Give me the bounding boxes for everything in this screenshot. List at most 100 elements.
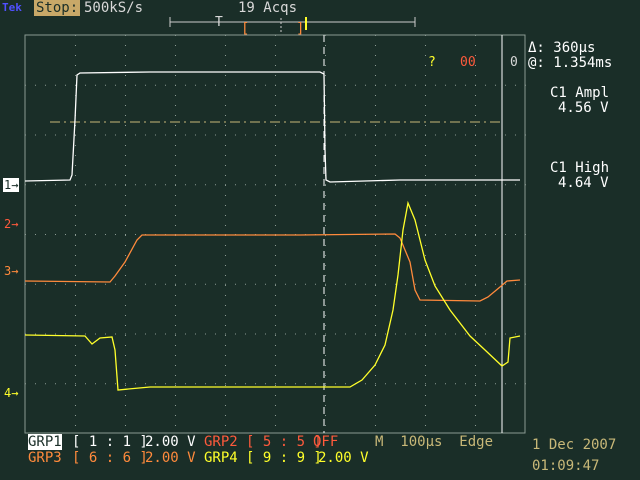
grid-dot — [425, 275, 426, 276]
grid-dot — [115, 383, 116, 385]
grid-dot — [105, 283, 106, 285]
grid-dot — [75, 195, 76, 196]
grid-dot — [495, 134, 496, 136]
grid-dot — [265, 383, 266, 385]
grid-dot — [75, 155, 76, 156]
grid-dot — [525, 184, 526, 186]
grid-dot — [225, 315, 226, 316]
grid-dot — [75, 235, 76, 236]
grid-dot — [145, 84, 146, 86]
grid-dot — [125, 235, 126, 236]
grid-dot — [175, 95, 176, 96]
grid-dot — [135, 383, 136, 385]
grid-dot — [335, 134, 336, 136]
grid-dot — [525, 383, 526, 385]
grid-dot — [275, 315, 276, 316]
grid-dot — [515, 383, 516, 385]
grid-dot — [75, 134, 76, 136]
grid-dot — [405, 234, 406, 235]
ch2-marker[interactable]: 2→ — [4, 216, 18, 232]
ch4-marker[interactable]: 4→ — [4, 385, 18, 401]
grid-dot — [505, 283, 506, 285]
grid-dot — [35, 134, 36, 136]
grid-dot — [425, 155, 426, 156]
grid-dot — [75, 84, 76, 86]
grid-dot — [225, 415, 226, 416]
grid-dot — [275, 265, 276, 266]
grid-dot — [435, 134, 436, 136]
grid-dot — [275, 65, 276, 66]
ch3-marker[interactable]: 3→ — [4, 263, 18, 279]
grid-dot — [225, 165, 226, 166]
grid-dot — [225, 383, 226, 385]
grid-dot — [75, 383, 76, 385]
grid-dot — [215, 383, 216, 385]
grid-dot — [395, 134, 396, 136]
grid-dot — [175, 205, 176, 206]
grid-dot — [175, 415, 176, 416]
grid-dot — [125, 45, 126, 46]
grid-dot — [375, 235, 376, 236]
grid-dot — [175, 195, 176, 196]
grid-dot — [75, 415, 76, 416]
grid-dot — [355, 333, 356, 335]
grid-dot — [185, 84, 186, 86]
grid-dot — [155, 283, 156, 285]
grid-dot — [125, 134, 126, 136]
grid-dot — [125, 175, 126, 176]
grid-dot — [105, 184, 106, 186]
ch1-marker[interactable]: 1→ — [3, 178, 20, 192]
grid-dot — [475, 95, 476, 96]
grp1-name[interactable]: GRP1 — [28, 434, 62, 450]
run-state-button[interactable]: Stop: — [34, 0, 81, 16]
grid-dot — [105, 234, 106, 235]
grid-dot — [235, 84, 236, 86]
grid-dot — [55, 333, 56, 335]
grid-dot — [175, 65, 176, 66]
grid-dot — [475, 165, 476, 166]
grp2-name[interactable]: GRP2 — [204, 434, 238, 450]
grid-dot — [425, 234, 426, 235]
grid-dot — [75, 215, 76, 216]
grid-dot — [425, 235, 426, 236]
grid-dot — [425, 425, 426, 426]
grid-dot — [165, 333, 166, 335]
grid-dot — [275, 175, 276, 176]
time-display: 01:09:47 — [532, 458, 600, 474]
grid-dot — [395, 84, 396, 86]
grid-dot — [255, 283, 256, 285]
grid-dot — [425, 184, 426, 186]
grid-dot — [175, 145, 176, 146]
grid-dot — [225, 275, 226, 276]
grid-dot — [155, 333, 156, 335]
oscilloscope-screen: [ ] — [24, 17, 526, 434]
grid-dot — [175, 125, 176, 126]
grid-dot — [375, 383, 376, 385]
grid-dot — [175, 333, 176, 335]
grid-dot — [75, 145, 76, 146]
grid-dot — [45, 84, 46, 86]
grid-dot — [375, 375, 376, 376]
grid-dot — [245, 84, 246, 86]
grid-dot — [125, 365, 126, 366]
grid-dot — [275, 385, 276, 386]
grid-dot — [115, 184, 116, 186]
grid-dot — [75, 365, 76, 366]
grid-dot — [475, 235, 476, 236]
grid-dot — [495, 283, 496, 285]
grid-dot — [325, 184, 326, 186]
grid-dot — [425, 285, 426, 286]
grid-dot — [425, 45, 426, 46]
grp4-name[interactable]: GRP4 — [204, 450, 238, 466]
grid-dot — [425, 395, 426, 396]
grid-dot — [395, 283, 396, 285]
timebase-readout[interactable]: M 100µs Edge — [375, 434, 493, 450]
grid-dot — [225, 205, 226, 206]
grid-dot — [225, 65, 226, 66]
grid-dot — [125, 75, 126, 76]
cursor-delta: Δ: 360µs — [528, 40, 596, 56]
grid-dot — [395, 333, 396, 335]
grid-dot — [375, 125, 376, 126]
grid-dot — [75, 425, 76, 426]
grp3-name[interactable]: GRP3 — [28, 450, 62, 466]
